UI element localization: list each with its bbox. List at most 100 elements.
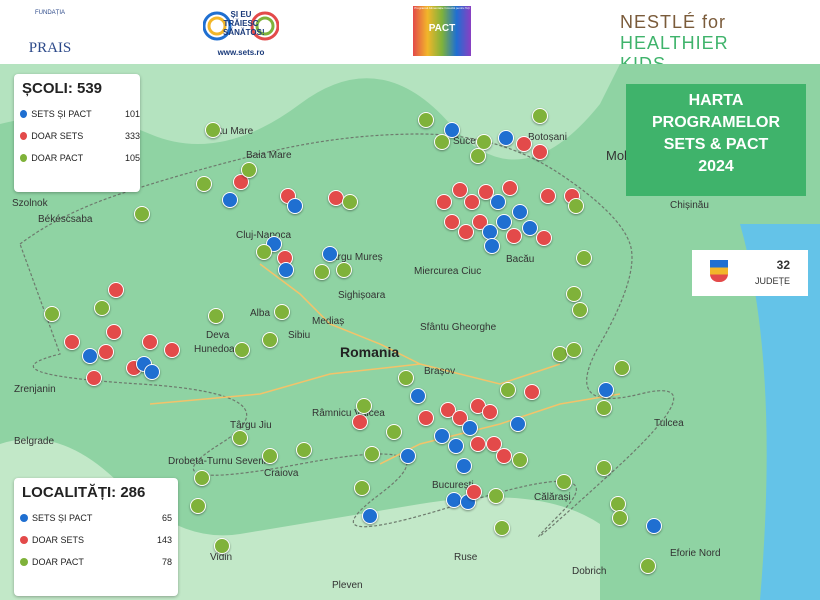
pact-marker[interactable] <box>596 400 612 416</box>
pact-marker[interactable] <box>196 176 212 192</box>
pact-marker[interactable] <box>470 148 486 164</box>
pact-marker[interactable] <box>256 244 272 260</box>
pact-marker[interactable] <box>488 488 504 504</box>
sets-marker[interactable] <box>418 410 434 426</box>
sets-pact-marker[interactable] <box>598 382 614 398</box>
pact-marker[interactable] <box>500 382 516 398</box>
sets-pact-marker[interactable] <box>410 388 426 404</box>
sets-marker[interactable] <box>470 436 486 452</box>
pact-marker[interactable] <box>342 194 358 210</box>
pact-marker[interactable] <box>494 520 510 536</box>
sets-pact-marker[interactable] <box>490 194 506 210</box>
pact-marker[interactable] <box>418 112 434 128</box>
pact-marker[interactable] <box>94 300 110 316</box>
pact-marker[interactable] <box>296 442 312 458</box>
sets-marker[interactable] <box>506 228 522 244</box>
pact-marker[interactable] <box>572 302 588 318</box>
pact-marker[interactable] <box>274 304 290 320</box>
city-eforie: Eforie Nord <box>670 548 721 559</box>
pact-marker[interactable] <box>44 306 60 322</box>
pact-marker[interactable] <box>612 510 628 526</box>
red-pin-icon <box>20 536 28 544</box>
pact-marker[interactable] <box>556 474 572 490</box>
sets-marker[interactable] <box>540 188 556 204</box>
sets-pact-marker[interactable] <box>512 204 528 220</box>
pact-marker[interactable] <box>398 370 414 386</box>
city-calarasi: Călărași <box>534 492 571 503</box>
pact-marker[interactable] <box>356 398 372 414</box>
city-ramnicu-valcea: Râmnicu Vâlcea <box>312 408 385 419</box>
sets-pact-marker[interactable] <box>448 438 464 454</box>
sets-marker[interactable] <box>64 334 80 350</box>
pact-marker[interactable] <box>205 122 221 138</box>
map-title-box: HARTA PROGRAMELOR SETS & PACT 2024 <box>626 84 806 196</box>
sets-pact-marker[interactable] <box>498 130 514 146</box>
sets-pact-marker[interactable] <box>222 192 238 208</box>
sets-marker[interactable] <box>466 484 482 500</box>
sets-pact-marker[interactable] <box>287 198 303 214</box>
sets-marker[interactable] <box>464 194 480 210</box>
pact-marker[interactable] <box>314 264 330 280</box>
pact-marker[interactable] <box>364 446 380 462</box>
pact-marker[interactable] <box>512 452 528 468</box>
sets-marker[interactable] <box>482 404 498 420</box>
sets-marker[interactable] <box>106 324 122 340</box>
sets-marker[interactable] <box>496 448 512 464</box>
sets-pact-marker[interactable] <box>496 214 512 230</box>
sets-pact-marker[interactable] <box>456 458 472 474</box>
sets-pact-marker[interactable] <box>510 416 526 432</box>
city-medias: Mediaș <box>312 316 345 327</box>
sets-marker[interactable] <box>536 230 552 246</box>
pact-marker[interactable] <box>241 162 257 178</box>
pact-marker[interactable] <box>532 108 548 124</box>
sets-marker[interactable] <box>108 282 124 298</box>
blue-pin-icon <box>20 110 28 118</box>
sets-marker[interactable] <box>164 342 180 358</box>
sets-marker[interactable] <box>86 370 102 386</box>
sets-pact-marker[interactable] <box>400 448 416 464</box>
sets-pact-marker[interactable] <box>646 518 662 534</box>
sets-pact-marker[interactable] <box>362 508 378 524</box>
pact-marker[interactable] <box>214 538 230 554</box>
sets-marker[interactable] <box>502 180 518 196</box>
sets-pact-marker[interactable] <box>484 238 500 254</box>
sets-marker[interactable] <box>436 194 452 210</box>
green-pin-icon <box>20 154 28 162</box>
pact-marker[interactable] <box>354 480 370 496</box>
pact-marker[interactable] <box>232 430 248 446</box>
pact-marker[interactable] <box>134 206 150 222</box>
sets-marker[interactable] <box>516 136 532 152</box>
pact-marker[interactable] <box>614 360 630 376</box>
pact-marker[interactable] <box>566 286 582 302</box>
pact-marker[interactable] <box>336 262 352 278</box>
pact-marker[interactable] <box>262 332 278 348</box>
sets-marker[interactable] <box>458 224 474 240</box>
pact-marker[interactable] <box>640 558 656 574</box>
sets-pact-marker[interactable] <box>278 262 294 278</box>
sets-marker[interactable] <box>444 214 460 230</box>
counties-label: JUDEȚE <box>754 276 790 286</box>
pact-marker[interactable] <box>194 470 210 486</box>
pact-marker[interactable] <box>568 198 584 214</box>
pact-marker[interactable] <box>208 308 224 324</box>
sets-marker[interactable] <box>142 334 158 350</box>
sets-pact-marker[interactable] <box>82 348 98 364</box>
pact-marker[interactable] <box>566 342 582 358</box>
sets-marker[interactable] <box>352 414 368 430</box>
pact-marker[interactable] <box>386 424 402 440</box>
sets-pact-marker[interactable] <box>144 364 160 380</box>
sets-pact-marker[interactable] <box>434 428 450 444</box>
sets-pact-marker[interactable] <box>522 220 538 236</box>
sets-pact-marker[interactable] <box>322 246 338 262</box>
pact-marker[interactable] <box>434 134 450 150</box>
sets-marker[interactable] <box>524 384 540 400</box>
pact-marker[interactable] <box>576 250 592 266</box>
pact-marker[interactable] <box>262 448 278 464</box>
legend-row-sets-pact: SETS ȘI PACT 101 <box>14 103 140 125</box>
pact-marker[interactable] <box>596 460 612 476</box>
sets-pact-marker[interactable] <box>462 420 478 436</box>
sets-marker[interactable] <box>532 144 548 160</box>
sets-marker[interactable] <box>98 344 114 360</box>
pact-marker[interactable] <box>234 342 250 358</box>
pact-marker[interactable] <box>190 498 206 514</box>
